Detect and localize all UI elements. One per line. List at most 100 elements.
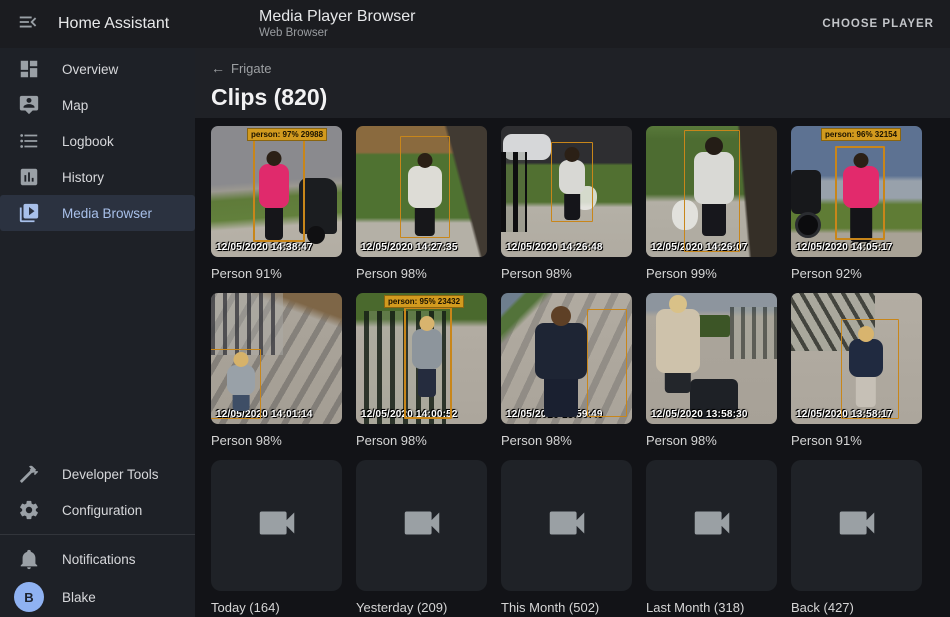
sidebar-item-label: Overview [62, 62, 118, 77]
folder-thumbnail[interactable] [646, 460, 777, 591]
clip-card[interactable]: 12/05/2020 13:58:17 Person 91% [791, 293, 922, 448]
folder-thumbnail[interactable] [501, 460, 632, 591]
breadcrumb-back[interactable]: ← Frigate [211, 60, 271, 76]
sidebar-item-notifications[interactable]: Notifications [0, 541, 195, 577]
clip-caption: Person 98% [501, 266, 632, 281]
detection-bbox [253, 138, 305, 242]
clip-card[interactable]: 12/05/2020 14:01:14 Person 98% [211, 293, 342, 448]
detection-label: person: 97% 29988 [247, 128, 327, 141]
choose-player-button[interactable]: CHOOSE PLAYER [806, 8, 950, 40]
clip-caption: Person 99% [646, 266, 777, 281]
folder-card[interactable]: Last Month (318) [646, 460, 777, 615]
scene-fence [730, 307, 777, 359]
sidebar-divider [0, 534, 195, 535]
clips-grid: person: 97% 2998812/05/2020 14:38:47 Pers… [195, 118, 950, 615]
video-camera-icon [399, 500, 445, 551]
scene-prop2 [795, 212, 821, 238]
home-assistant-window: Home Assistant Media Player Browser Web … [0, 0, 950, 617]
sidebar-item-developer-tools[interactable]: Developer Tools [0, 456, 195, 492]
clip-card[interactable]: 12/05/2020 13:59:49Person 98% [501, 293, 632, 448]
clip-caption: Person 91% [791, 433, 922, 448]
clip-caption: Person 98% [356, 433, 487, 448]
clip-thumbnail[interactable]: person: 97% 2998812/05/2020 14:38:47 [211, 126, 342, 257]
clip-caption: Person 98% [211, 433, 342, 448]
history-icon [18, 166, 40, 188]
sidebar-item-label: Logbook [62, 134, 114, 149]
folder-card[interactable]: This Month (502) [501, 460, 632, 615]
detection-bbox [551, 142, 593, 222]
clip-caption: Person 92% [791, 266, 922, 281]
sidebar-footer-nav: Developer Tools Configuration [0, 456, 195, 528]
folder-thumbnail[interactable] [356, 460, 487, 591]
person-figure [656, 309, 700, 373]
scene-fence [501, 152, 527, 232]
sidebar-item-overview[interactable]: Overview [0, 51, 195, 87]
folder-card[interactable]: Yesterday (209) [356, 460, 487, 615]
clip-timestamp: 12/05/2020 14:27:35 [361, 242, 458, 253]
clip-thumbnail[interactable]: 12/05/2020 13:59:49 [501, 293, 632, 424]
folder-card[interactable]: Back (427) [791, 460, 922, 615]
clip-card[interactable]: person: 96% 3215412/05/2020 14:05:17 Pers… [791, 126, 922, 281]
back-arrow-icon: ← [211, 60, 225, 76]
sidebar-nav: Overview Map Logbook History Media Browser [0, 51, 195, 231]
scene-prop [791, 170, 821, 214]
sidebar-item-map[interactable]: Map [0, 87, 195, 123]
configuration-icon [18, 499, 40, 521]
menu-toggle-button[interactable] [8, 4, 48, 44]
sidebar-item-label: Developer Tools [62, 467, 159, 482]
clip-timestamp: 12/05/2020 14:26:48 [506, 242, 603, 253]
top-app-bar: Home Assistant Media Player Browser Web … [0, 0, 950, 48]
main-content: ← Frigate Clips (820) person: 97% 299881… [195, 48, 950, 617]
clip-thumbnail[interactable]: 12/05/2020 14:26:07 [646, 126, 777, 257]
folder-caption: Back (427) [791, 600, 922, 615]
person-figure [535, 323, 587, 379]
clip-card[interactable]: 12/05/2020 13:58:30 Person 98% [646, 293, 777, 448]
clip-thumbnail[interactable]: 12/05/2020 14:27:35 [356, 126, 487, 257]
clip-caption: Person 91% [211, 266, 342, 281]
page-title: Clips (820) [211, 84, 934, 111]
clip-card[interactable]: 12/05/2020 14:26:48 Person 98% [501, 126, 632, 281]
clip-thumbnail[interactable]: 12/05/2020 13:58:17 [791, 293, 922, 424]
sidebar-item-logbook[interactable]: Logbook [0, 123, 195, 159]
breadcrumb-label: Frigate [231, 61, 271, 76]
avatar: B [14, 582, 44, 612]
detection-bbox [211, 349, 261, 419]
developer-tools-icon [18, 463, 40, 485]
folder-thumbnail[interactable] [211, 460, 342, 591]
clip-thumbnail[interactable]: 12/05/2020 14:26:48 [501, 126, 632, 257]
clip-card[interactable]: 12/05/2020 14:26:07 Person 99% [646, 126, 777, 281]
detection-bbox [835, 146, 885, 240]
detection-bbox [587, 309, 627, 417]
topbar-left: Home Assistant [0, 4, 195, 44]
media-player-subtitle: Web Browser [259, 27, 416, 41]
clip-thumbnail[interactable]: person: 96% 3215412/05/2020 14:05:17 [791, 126, 922, 257]
clip-thumbnail[interactable]: 12/05/2020 14:01:14 [211, 293, 342, 424]
detection-bbox [684, 130, 740, 252]
menu-open-icon [17, 11, 39, 38]
clip-card[interactable]: person: 97% 2998812/05/2020 14:38:47 Pers… [211, 126, 342, 281]
folder-card[interactable]: Today (164) [211, 460, 342, 615]
folder-caption: Last Month (318) [646, 600, 777, 615]
scene-fence [211, 293, 283, 355]
sidebar-item-label: Map [62, 98, 88, 113]
sidebar: Overview Map Logbook History Media Browser D… [0, 48, 195, 617]
clip-card[interactable]: 12/05/2020 14:27:35Person 98% [356, 126, 487, 281]
video-camera-icon [689, 500, 735, 551]
clip-thumbnail[interactable]: 12/05/2020 13:58:30 [646, 293, 777, 424]
folder-thumbnail[interactable] [791, 460, 922, 591]
clip-card[interactable]: person: 95% 2343212/05/2020 14:00:52 Pers… [356, 293, 487, 448]
sidebar-item-user[interactable]: B Blake [0, 577, 195, 617]
detection-label: person: 95% 23432 [384, 295, 464, 308]
media-player-header: Media Player Browser Web Browser [259, 7, 416, 41]
clip-caption: Person 98% [646, 433, 777, 448]
clip-thumbnail[interactable]: person: 95% 2343212/05/2020 14:00:52 [356, 293, 487, 424]
sidebar-item-configuration[interactable]: Configuration [0, 492, 195, 528]
video-camera-icon [254, 500, 300, 551]
folder-caption: This Month (502) [501, 600, 632, 615]
sidebar-item-label: Media Browser [62, 206, 152, 221]
user-name: Blake [62, 590, 96, 605]
video-camera-icon [834, 500, 880, 551]
sidebar-item-history[interactable]: History [0, 159, 195, 195]
sidebar-item-media-browser[interactable]: Media Browser [0, 195, 195, 231]
map-icon [18, 94, 40, 116]
